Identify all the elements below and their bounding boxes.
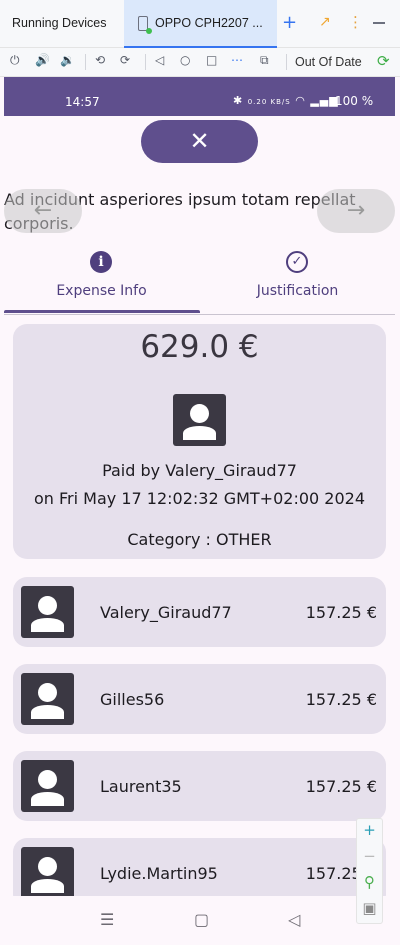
more-options-icon[interactable]: ⋮ [348, 13, 363, 31]
screenshot-icon[interactable]: ⧉ [260, 53, 269, 68]
avatar-body [183, 426, 216, 440]
power-icon[interactable]: ⏻ [10, 53, 20, 68]
member-amount: 157.25 € [305, 777, 377, 796]
member-amount: 157.25 € [305, 603, 377, 622]
member-avatar [21, 847, 74, 896]
status-time: 14:57 [65, 95, 100, 109]
sync-icon[interactable]: ⟳ [377, 52, 390, 70]
more-actions-icon[interactable]: ⋯ [231, 53, 243, 67]
member-share-row: Lydie.Martin95 157.25 € [13, 838, 386, 896]
next-button[interactable]: → [317, 189, 395, 233]
expense-summary-card: 629.0 € Paid by Valery_Giraud77 on Fri M… [13, 324, 386, 559]
member-name: Laurent35 [100, 777, 182, 796]
device-toolbar: ⏻ 🔊 🔉 ⟲ ⟳ ◁ ○ □ ⋯ ⧉ Out Of Date ⟳ [0, 48, 400, 77]
zoom-out-icon[interactable]: − [357, 847, 382, 865]
previous-button[interactable]: ← [4, 189, 82, 233]
toolbar-divider [85, 54, 86, 70]
home-icon[interactable]: ▢ [194, 910, 209, 929]
volume-up-icon[interactable]: 🔊 [35, 53, 50, 67]
detail-tabs: i Expense Info ✓ Justification [4, 248, 395, 315]
overview-icon[interactable]: □ [206, 53, 217, 67]
tab-label: Justification [256, 283, 339, 299]
home-icon[interactable]: ○ [180, 53, 190, 67]
info-icon: i [90, 251, 112, 273]
avatar-body [31, 618, 64, 632]
avatar-body [31, 705, 64, 719]
back-icon[interactable]: ◁ [155, 53, 164, 67]
running-devices-title: Running Devices [12, 16, 107, 30]
avatar-body [31, 792, 64, 806]
member-name: Valery_Giraud77 [100, 603, 232, 622]
network-speed: 0.20 KB/S [247, 98, 291, 106]
expense-category: Category : OTHER [127, 530, 272, 549]
android-nav-bar: ☰ ▢ ◁ [4, 896, 395, 945]
zoom-controls: + − ⚲ ▣ [356, 818, 383, 924]
zoom-fit-icon[interactable]: ⚲ [357, 873, 382, 891]
online-status-icon [146, 28, 152, 34]
zoom-actual-icon[interactable]: ▣ [357, 899, 382, 917]
member-avatar [21, 673, 74, 725]
device-tab-label: OPPO CPH2207 ... [155, 16, 263, 30]
battery-level: 100 % [335, 94, 374, 108]
expense-detail-screen: ✕ Ad incidunt asperiores ipsum totam rep… [4, 116, 395, 896]
toolbar-divider [145, 54, 146, 70]
tab-label: Expense Info [56, 283, 147, 299]
payer-avatar [173, 394, 226, 446]
status-icons: ✱ 0.20 KB/S ◠ ▂▄▆ [233, 94, 339, 107]
menu-icon[interactable]: ☰ [100, 910, 114, 929]
member-name: Lydie.Martin95 [100, 864, 218, 883]
avatar-head [38, 770, 57, 789]
expand-icon[interactable]: ↗ [319, 14, 331, 30]
ide-tab-strip: Running Devices OPPO CPH2207 ... + ↗ ⋮ [0, 0, 400, 48]
tab-justification[interactable]: ✓ Justification [200, 248, 395, 315]
member-avatar [21, 760, 74, 812]
member-name: Gilles56 [100, 690, 165, 709]
check-circle-icon: ✓ [286, 251, 308, 273]
wifi-icon: ◠ [295, 94, 306, 107]
expense-amount: 629.0 € [140, 329, 259, 365]
expense-date: on Fri May 17 12:02:32 GMT+02:00 2024 [33, 489, 365, 508]
selected-tab-indicator [4, 310, 200, 313]
member-share-row: Laurent35 157.25 € [13, 751, 386, 821]
member-share-row: Gilles56 157.25 € [13, 664, 386, 734]
rotate-left-icon[interactable]: ⟲ [95, 53, 105, 67]
avatar-head [38, 596, 57, 615]
minimize-button[interactable] [373, 22, 385, 24]
avatar-head [38, 683, 57, 702]
toolbar-divider [286, 54, 287, 70]
device-status-label: Out Of Date [295, 55, 362, 69]
phone-status-bar: 14:57 ✱ 0.20 KB/S ◠ ▂▄▆ 100 % [4, 77, 395, 116]
member-amount: 157.25 € [305, 690, 377, 709]
zoom-in-icon[interactable]: + [357, 821, 382, 839]
device-tab[interactable]: OPPO CPH2207 ... [124, 0, 277, 48]
rotate-right-icon[interactable]: ⟳ [120, 53, 130, 67]
avatar-head [38, 857, 57, 876]
tab-expense-info[interactable]: i Expense Info [4, 248, 199, 315]
close-button[interactable]: ✕ [141, 120, 258, 163]
add-device-button[interactable]: + [282, 12, 297, 33]
back-icon[interactable]: ◁ [288, 910, 300, 929]
member-share-row: Valery_Giraud77 157.25 € [13, 577, 386, 647]
avatar-head [190, 404, 209, 423]
member-avatar [21, 586, 74, 638]
bluetooth-icon: ✱ [233, 94, 244, 107]
volume-down-icon[interactable]: 🔉 [60, 53, 75, 67]
paid-by: Paid by Valery_Giraud77 [102, 461, 297, 480]
avatar-body [31, 879, 64, 893]
